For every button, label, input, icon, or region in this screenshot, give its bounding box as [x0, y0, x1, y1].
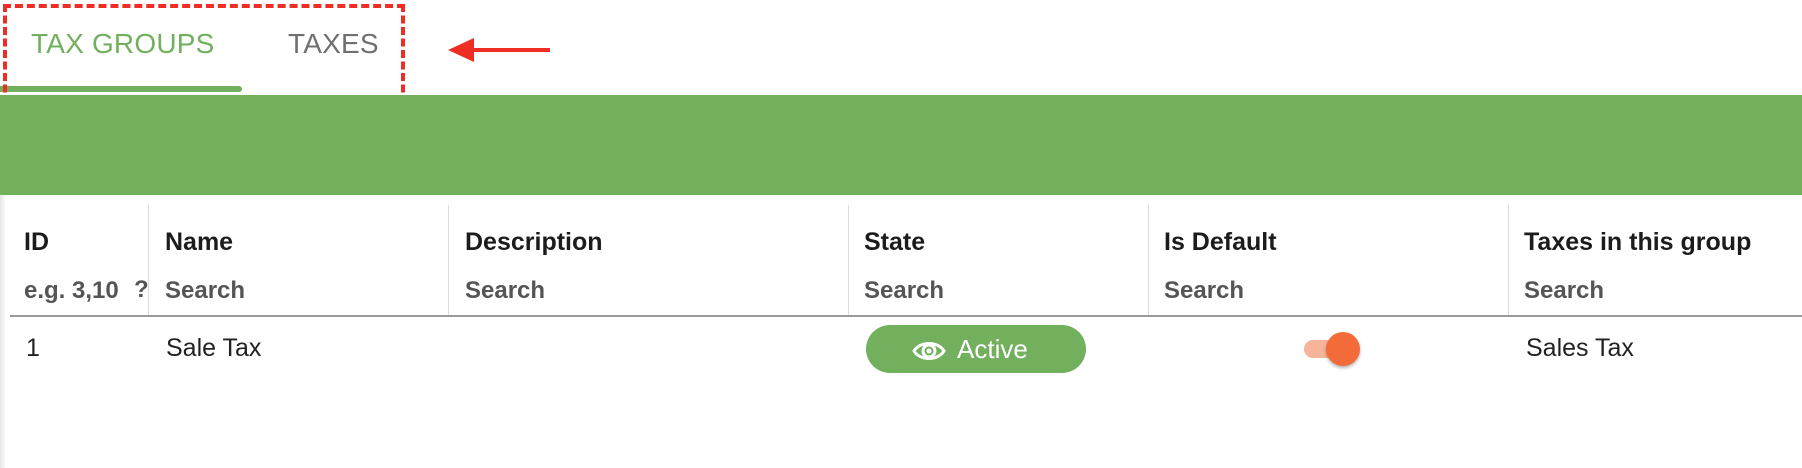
id-filter-input[interactable] — [24, 275, 134, 307]
is-default-filter-input[interactable] — [1164, 275, 1404, 307]
description-filter-input[interactable] — [465, 275, 705, 307]
tab-bar: TAX GROUPS TAXES — [0, 0, 420, 95]
active-tab-indicator — [0, 86, 242, 92]
table-row[interactable]: 1 Sale Tax Active Sales Tax — [10, 318, 1802, 378]
column-title-is-default: Is Default — [1164, 228, 1277, 256]
taxes-filter-input[interactable] — [1524, 275, 1764, 307]
column-is-default: Is Default — [1149, 205, 1509, 315]
column-title-description: Description — [465, 228, 603, 256]
header-band — [0, 95, 1802, 195]
id-filter-help-icon[interactable]: ? — [134, 276, 149, 304]
toggle-knob — [1326, 332, 1360, 366]
cell-id: 1 — [26, 334, 40, 362]
column-title-taxes-in-group: Taxes in this group — [1524, 228, 1752, 256]
tax-groups-table: ID ? Name Description State — [0, 195, 1802, 468]
column-title-state: State — [864, 228, 926, 256]
tab-tax-groups[interactable]: TAX GROUPS — [31, 28, 215, 60]
state-filter-input[interactable] — [864, 275, 1104, 307]
column-title-id: ID — [24, 228, 49, 256]
table-left-shadow — [0, 195, 6, 468]
eye-icon — [912, 342, 946, 360]
cell-taxes-in-group: Sales Tax — [1526, 334, 1634, 362]
tab-taxes[interactable]: TAXES — [288, 28, 379, 60]
column-taxes-in-group: Taxes in this group — [1509, 205, 1802, 315]
is-default-toggle[interactable] — [1304, 332, 1360, 366]
annotation-arrow-icon — [448, 38, 550, 62]
table-header-row: ID ? Name Description State — [10, 205, 1802, 317]
tax-groups-page: TAX GROUPS TAXES ID ? Name — [0, 0, 1802, 468]
column-id: ID ? — [10, 205, 149, 315]
column-state: State — [849, 205, 1149, 315]
cell-name: Sale Tax — [166, 334, 262, 362]
column-description: Description — [449, 205, 849, 315]
column-name: Name — [149, 205, 449, 315]
name-filter-input[interactable] — [165, 275, 405, 307]
state-badge-label: Active — [957, 334, 1028, 364]
state-badge-active[interactable]: Active — [866, 325, 1086, 373]
column-title-name: Name — [165, 228, 234, 256]
